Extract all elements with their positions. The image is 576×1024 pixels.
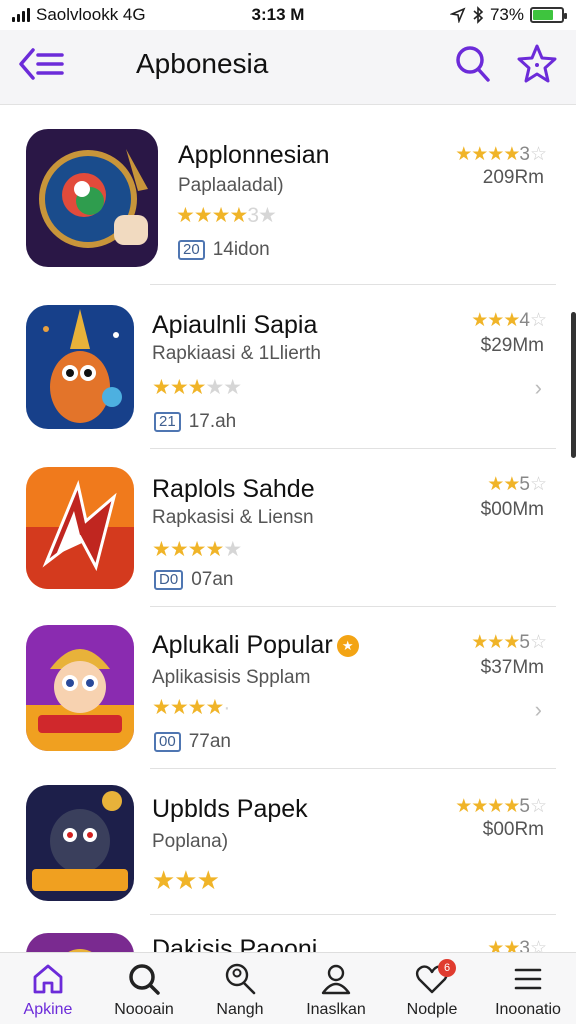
tab-nangh[interactable]: Nangh <box>192 953 288 1024</box>
app-icon <box>26 467 134 589</box>
tab-profile[interactable]: Inaslkan <box>288 953 384 1024</box>
app-meta: 20 14idon <box>178 239 270 261</box>
search-person-icon <box>222 961 258 997</box>
app-list[interactable]: Applonnesian Paplaaladal) ★★★★3★ 20 14ido… <box>0 105 576 952</box>
star-rating: ★★★★★ <box>152 376 242 399</box>
star-icon[interactable] <box>516 42 558 84</box>
location-icon <box>449 7 466 23</box>
app-icon <box>26 785 134 901</box>
menu-icon <box>510 961 546 997</box>
tab-favorites[interactable]: 6 Nodple <box>384 953 480 1024</box>
search-icon <box>126 961 162 997</box>
award-badge-icon: ★ <box>336 635 359 657</box>
app-name: Upblds Papek <box>152 795 308 823</box>
carrier-label: Saolvlookk 4G <box>36 5 146 24</box>
signal-icon <box>12 8 30 22</box>
rating: ★★★★5☆ <box>455 796 547 817</box>
price: $00Rm <box>482 819 544 840</box>
meta-box: 00 <box>154 732 181 752</box>
app-icon <box>26 305 134 429</box>
chevron-right-icon[interactable]: › <box>535 697 542 723</box>
tab-label: Nangh <box>216 1001 264 1018</box>
battery-icon <box>530 7 567 23</box>
app-name: Apiaulnli Sapia <box>152 311 318 339</box>
tab-search[interactable]: Noooain <box>96 953 192 1024</box>
meta-box: D0 <box>154 570 184 590</box>
meta-box: 21 <box>154 412 181 432</box>
app-subtitle: Paplaaladal) <box>178 175 284 196</box>
person-icon <box>318 961 354 997</box>
list-item[interactable]: Dakisis Paooni ★★3☆ <box>0 915 576 952</box>
app-name: Applonnesian <box>178 141 330 169</box>
bluetooth-icon <box>473 6 484 24</box>
tab-bar: Apkine Noooain Nangh Inaslkan 6 Nodple I… <box>0 952 576 1024</box>
star-rating: ★★★★· <box>152 696 230 719</box>
clock: 3:13 M <box>251 5 305 24</box>
battery-percent: 73% <box>489 5 524 24</box>
star-rating: ★★★★3★ <box>176 204 277 227</box>
list-item[interactable]: Aplukali Popular ★ Aplikasisis Spplam ★★★… <box>0 607 576 769</box>
tab-menu[interactable]: Inoonatio <box>480 953 576 1024</box>
home-icon <box>30 961 66 997</box>
app-subtitle: Poplana) <box>152 831 229 852</box>
price: 209Rm <box>482 167 544 188</box>
price: $29Mm <box>480 335 544 356</box>
list-item[interactable]: Apiaulnli Sapia Rapkiaasi & 1Llierth ★★★… <box>0 285 576 449</box>
list-item[interactable]: Upblds Papek Poplana) ★★★ ★★★★5☆ $00Rm <box>0 769 576 915</box>
app-subtitle: Rapkasisi & Liensn <box>152 507 314 528</box>
search-icon[interactable] <box>454 44 492 84</box>
tab-label: Apkine <box>23 1001 73 1018</box>
scrollbar-thumb[interactable] <box>571 312 576 458</box>
app-icon <box>26 625 134 751</box>
app-name: Aplukali Popular ★ <box>152 631 359 660</box>
star-rating: ★★★ <box>152 865 220 895</box>
meta-box: 20 <box>178 240 205 260</box>
notification-badge: 6 <box>438 959 456 977</box>
app-meta: D0 07an <box>154 569 233 591</box>
page-title: Apbonesia <box>136 48 269 79</box>
tab-label: Inoonatio <box>495 1001 561 1018</box>
price: $37Mm <box>480 657 544 678</box>
status-bar: Saolvlookk 4G 3:13 M 73% <box>0 0 576 30</box>
heart-icon: 6 <box>414 959 456 997</box>
app-meta: 21 17.ah <box>154 411 236 433</box>
app-name: Raplols Sahde <box>152 475 315 503</box>
back-menu-icon[interactable] <box>16 44 68 84</box>
app-icon <box>26 933 134 952</box>
app-subtitle: Aplikasisis Spplam <box>152 667 311 688</box>
tab-label: Inaslkan <box>306 1001 366 1018</box>
star-rating: ★★★★★ <box>152 538 242 561</box>
app-name: Dakisis Paooni <box>152 935 318 952</box>
list-item[interactable]: Raplols Sahde Rapkasisi & Liensn ★★★★★ D… <box>0 449 576 607</box>
rating: ★★3☆ <box>487 938 547 952</box>
tab-home[interactable]: Apkine <box>0 953 96 1024</box>
rating: ★★★5☆ <box>471 632 547 653</box>
tab-label: Noooain <box>114 1001 174 1018</box>
price: $00Mm <box>480 499 544 520</box>
rating: ★★5☆ <box>487 474 547 495</box>
list-item[interactable]: Applonnesian Paplaaladal) ★★★★3★ 20 14ido… <box>0 105 576 285</box>
app-meta: 00 77an <box>154 731 231 753</box>
rating: ★★★4☆ <box>471 310 547 331</box>
app-icon <box>26 129 158 267</box>
app-header: Apbonesia <box>0 30 576 105</box>
chevron-right-icon[interactable]: › <box>535 375 542 401</box>
app-subtitle: Rapkiaasi & 1Llierth <box>152 343 321 364</box>
rating: ★★★★3☆ <box>455 144 547 165</box>
tab-label: Nodple <box>406 1001 458 1018</box>
